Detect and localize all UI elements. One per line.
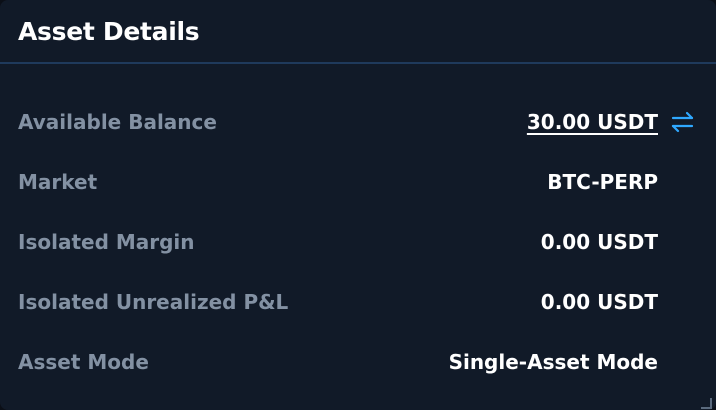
row-market: Market BTC-PERP	[0, 152, 716, 212]
market-label: Market	[18, 170, 98, 194]
row-isolated-unrealized-pnl: Isolated Unrealized P&L 0.00 USDT	[0, 272, 716, 332]
available-balance-value[interactable]: 30.00 USDT	[527, 110, 658, 134]
asset-details-panel: Asset Details Available Balance 30.00 US…	[0, 0, 716, 410]
asset-details-list: Available Balance 30.00 USDT Market BTC-…	[0, 64, 716, 392]
resize-handle-icon[interactable]	[700, 394, 712, 409]
isolated-unrealized-pnl-label: Isolated Unrealized P&L	[18, 290, 289, 314]
row-available-balance: Available Balance 30.00 USDT	[0, 92, 716, 152]
transfer-arrows-icon[interactable]	[670, 111, 696, 133]
row-isolated-margin: Isolated Margin 0.00 USDT	[0, 212, 716, 272]
isolated-margin-label: Isolated Margin	[18, 230, 195, 254]
isolated-unrealized-pnl-value: 0.00 USDT	[540, 290, 658, 314]
asset-mode-label: Asset Mode	[18, 350, 149, 374]
panel-header: Asset Details	[0, 0, 716, 64]
row-asset-mode: Asset Mode Single-Asset Mode	[0, 332, 716, 392]
available-balance-label: Available Balance	[18, 110, 217, 134]
market-value: BTC-PERP	[547, 170, 658, 194]
isolated-margin-value: 0.00 USDT	[540, 230, 658, 254]
panel-title: Asset Details	[18, 16, 200, 46]
asset-mode-value: Single-Asset Mode	[448, 350, 658, 374]
